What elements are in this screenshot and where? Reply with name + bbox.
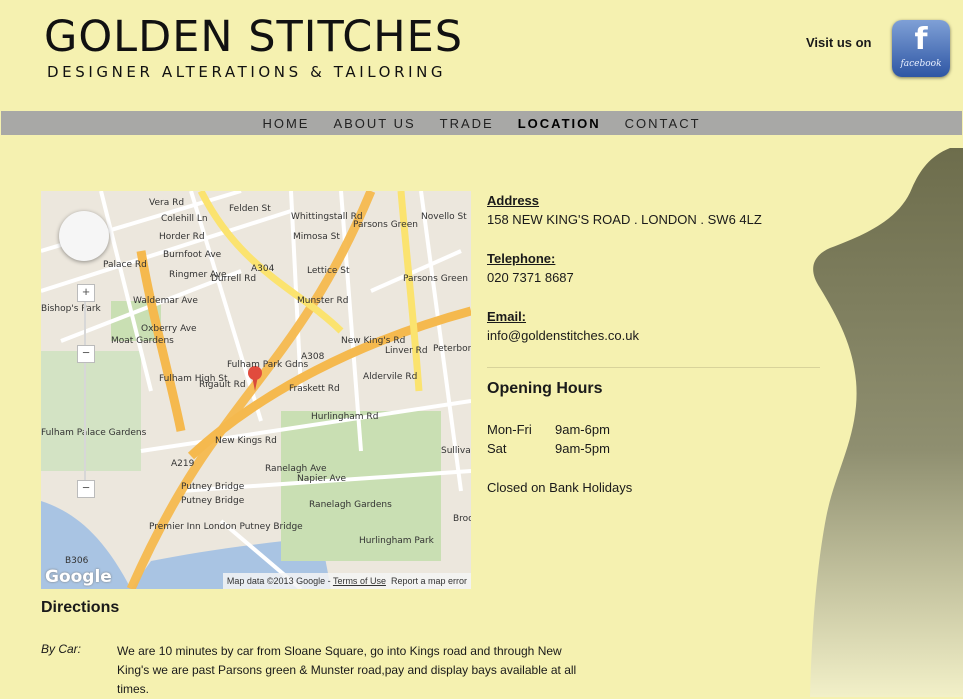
map-label: A304 [251,264,275,274]
map-attribution-text: Map data ©2013 Google - [226,576,333,586]
map-label: Mimosa St [293,232,340,242]
map-label: Novello St [421,212,467,222]
map-label: Fulham Palace Gardens [41,428,147,438]
map-label: Aldervile Rd [363,372,417,382]
facebook-text: facebook [900,59,942,69]
map-label: Putney Bridge [181,482,245,492]
map-label: Parsons Green [403,274,468,284]
map-label: Premier Inn London Putney Bridge [149,522,303,532]
map-label: Fulham Park Gdns [227,360,308,370]
map-zoom-in-button[interactable]: + [77,284,95,302]
by-car-text: We are 10 minutes by car from Sloane Squ… [117,644,577,696]
by-car-label: By Car: [41,642,82,656]
map-label: New King's Rd [341,336,405,346]
map-label: Palace Rd [103,260,147,270]
map-label: Putney Bridge [181,496,245,506]
map-pan-control[interactable] [59,211,109,261]
map-label: Felden St [229,204,271,214]
map-label: Colehill Ln [161,214,208,224]
map-label: Bishop's Park [41,304,102,314]
map-label: Sullivan [441,446,471,456]
map-label: Napier Ave [297,474,347,484]
address-label: Address [487,193,540,208]
map-label: Fraskett Rd [289,384,340,394]
facebook-icon: f [914,22,928,57]
directions-title: Directions [41,599,120,616]
hours-note: Closed on Bank Holidays [487,480,633,495]
google-logo: Google [45,567,112,587]
map-label: A219 [171,459,195,469]
map-label: Rigault Rd [199,380,246,390]
email-link[interactable]: info@goldenstitches.co.uk [487,328,639,343]
visit-us-label: Visit us on [806,35,872,50]
email-label: Email: [487,309,527,324]
logo-title: GOLDEN STITCHES [44,12,464,62]
map-label: Hurlingham Park [359,536,435,546]
nav-contact[interactable]: CONTACT [625,116,701,131]
nav-home[interactable]: HOME [262,116,309,131]
hours-row: Mon-Fri 9am-6pm [487,422,610,437]
map-zoom-slider[interactable] [84,301,86,489]
report-map-error-link[interactable]: Report a map error [391,576,467,586]
map-attribution: Map data ©2013 Google - Terms of Use Rep… [222,573,471,589]
map-label: Ranelagh Ave [265,464,327,474]
map-label: Burnfoot Ave [163,250,222,260]
map-label: Parsons Green [353,220,418,230]
map-label: Horder Rd [159,232,205,242]
map-label: Whittingstall Rd [291,212,363,222]
facebook-button[interactable]: f facebook [892,20,950,77]
nav-about-us[interactable]: ABOUT US [333,116,415,131]
nav-location[interactable]: LOCATION [518,116,601,131]
map-label: Waldemar Ave [133,296,198,306]
map-label: Lettice St [307,266,350,276]
map-label: Oxberry Ave [141,324,197,334]
map-label: Moat Gardens [111,336,174,346]
address-value: 158 NEW KING'S ROAD . LONDON . SW6 4LZ [487,212,762,227]
map-label: Peterborough Rd [433,344,471,354]
hours-row: Sat 9am-5pm [487,441,610,456]
map-label: Munster Rd [297,296,348,306]
opening-hours-title: Opening Hours [487,380,603,397]
main-nav: HOME ABOUT US TRADE LOCATION CONTACT [1,111,962,135]
map-zoom-out-button[interactable]: − [77,345,95,363]
map-label: Broomhouse [453,514,471,524]
nav-trade[interactable]: TRADE [440,116,494,131]
telephone-value: 020 7371 8687 [487,270,574,285]
map-label: Hurlingham Rd [311,412,378,422]
map[interactable]: Vera Rd Colehill Ln Horder Rd Burnfoot A… [41,191,471,589]
telephone-label: Telephone: [487,251,556,266]
mannequin-graphic [810,148,963,697]
map-zoom-min-button[interactable]: − [77,480,95,498]
map-label: Vera Rd [149,198,184,208]
divider [487,367,820,368]
map-label: Linver Rd [385,346,428,356]
map-canvas: Vera Rd Colehill Ln Horder Rd Burnfoot A… [41,191,471,589]
logo-subtitle: DESIGNER ALTERATIONS & TAILORING [47,63,447,81]
map-label: Ranelagh Gardens [309,500,392,510]
map-terms-link[interactable]: Terms of Use [333,576,386,586]
map-label: Durrell Rd [211,274,256,284]
map-label: B306 [65,556,89,566]
map-label: New Kings Rd [215,436,277,446]
